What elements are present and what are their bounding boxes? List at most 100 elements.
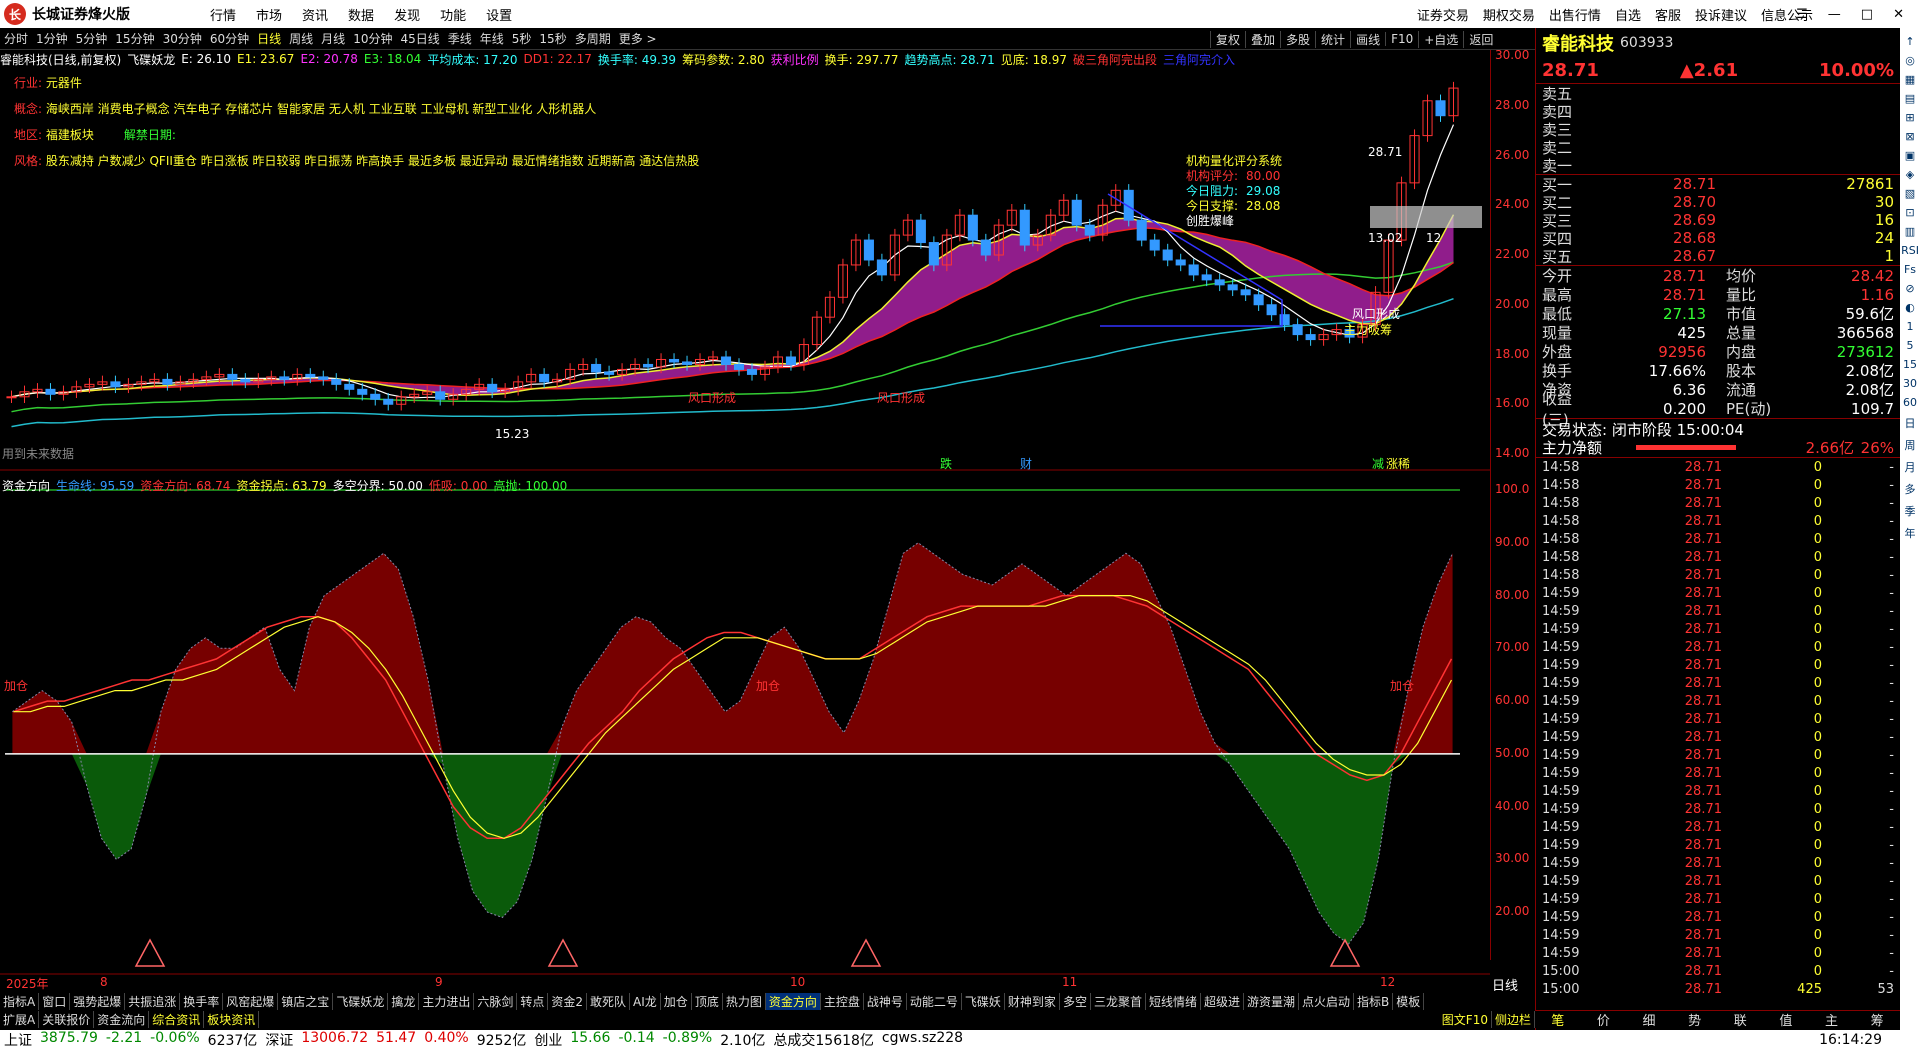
- side-tool-1[interactable]: ◎: [1905, 54, 1915, 67]
- side-tool-18[interactable]: 30: [1903, 377, 1917, 390]
- tool-5[interactable]: F10: [1385, 32, 1418, 46]
- indicator-tab-17[interactable]: 热力图: [723, 992, 766, 1010]
- indicator-tab-9[interactable]: 主力进出: [419, 992, 475, 1010]
- right-menu-1[interactable]: 期权交易: [1476, 5, 1542, 24]
- tool-4[interactable]: 画线: [1350, 30, 1385, 48]
- indicator-tab-29[interactable]: 点火启动: [1299, 992, 1355, 1010]
- indicator-name[interactable]: 飞碟妖龙: [127, 51, 175, 68]
- side-tool-5[interactable]: ⊠: [1905, 130, 1914, 143]
- side-tool-16[interactable]: 5: [1907, 339, 1914, 352]
- right-menu-4[interactable]: 客服: [1648, 5, 1688, 24]
- side-tool-15[interactable]: 1: [1907, 320, 1914, 333]
- period-8[interactable]: 月线: [317, 30, 349, 47]
- indicator-tab-6[interactable]: 镇店之宝: [278, 992, 334, 1010]
- right-menu-5[interactable]: 投诉建议: [1688, 5, 1754, 24]
- tool-0[interactable]: 复权: [1210, 30, 1245, 48]
- indicator-tab-18[interactable]: 资金方向: [765, 992, 821, 1010]
- ext-tab-1[interactable]: 关联报价: [39, 1010, 95, 1028]
- menu-2[interactable]: 资讯: [292, 5, 338, 24]
- side-tool-25[interactable]: 年: [1905, 525, 1916, 541]
- side-tool-24[interactable]: 季: [1905, 503, 1916, 519]
- indicator-tab-11[interactable]: 转点: [517, 992, 549, 1010]
- indicator-tab-3[interactable]: 共振追涨: [125, 992, 181, 1010]
- quote-tab-3[interactable]: 势: [1688, 1010, 1701, 1029]
- indicator-tab-14[interactable]: AI龙: [630, 992, 661, 1010]
- period-15[interactable]: 多周期: [571, 30, 615, 47]
- tool-1[interactable]: 叠加: [1245, 30, 1280, 48]
- indicator-tab-12[interactable]: 资金2: [548, 992, 588, 1010]
- period-13[interactable]: 5秒: [508, 30, 536, 47]
- menu-0[interactable]: 行情: [200, 5, 246, 24]
- indicator-tab-1[interactable]: 窗口: [39, 992, 71, 1010]
- side-tool-0[interactable]: ↑: [1905, 35, 1914, 48]
- ext-tab-4[interactable]: 板块资讯: [204, 1010, 260, 1028]
- right-menu-2[interactable]: 出售行情: [1542, 5, 1608, 24]
- side-tool-6[interactable]: ▣: [1905, 149, 1915, 162]
- period-14[interactable]: 15秒: [535, 30, 570, 47]
- right-menu-3[interactable]: 自选: [1608, 5, 1648, 24]
- period-1[interactable]: 1分钟: [32, 30, 72, 47]
- menu-1[interactable]: 市场: [246, 5, 292, 24]
- indicator-tab-22[interactable]: 飞碟妖: [962, 992, 1005, 1010]
- indicator-tab-25[interactable]: 三龙聚首: [1091, 992, 1146, 1010]
- menu-3[interactable]: 数据: [338, 5, 384, 24]
- indicator-tab-7[interactable]: 飞碟妖龙: [333, 992, 389, 1010]
- close-icon[interactable]: ✕: [1883, 7, 1914, 22]
- side-tool-20[interactable]: 日: [1905, 415, 1916, 431]
- sub-indicator-name[interactable]: 资金方向: [2, 477, 50, 494]
- side-tool-3[interactable]: ▤: [1905, 92, 1915, 105]
- side-tool-7[interactable]: ◈: [1906, 168, 1914, 181]
- quote-tab-5[interactable]: 值: [1779, 1010, 1792, 1029]
- menu-5[interactable]: 功能: [430, 5, 476, 24]
- period-6[interactable]: 日线: [253, 30, 285, 47]
- period-5[interactable]: 60分钟: [206, 30, 253, 47]
- tool-2[interactable]: 多股: [1280, 30, 1315, 48]
- indicator-tab-23[interactable]: 财神到家: [1005, 992, 1060, 1010]
- side-tool-12[interactable]: Fs: [1904, 263, 1916, 276]
- period-16[interactable]: 更多 >: [615, 30, 661, 47]
- quote-tab-2[interactable]: 细: [1643, 1010, 1656, 1029]
- ext-tab-3[interactable]: 综合资讯: [149, 1010, 205, 1028]
- period-7[interactable]: 周线: [285, 30, 317, 47]
- indicator-tab-31[interactable]: 模板: [1393, 992, 1425, 1010]
- period-0[interactable]: 分时: [0, 30, 32, 47]
- ext-extra-tab-0[interactable]: 图文F10: [1439, 1010, 1492, 1028]
- indicator-tab-26[interactable]: 短线情绪: [1146, 992, 1201, 1010]
- side-tool-10[interactable]: ▥: [1905, 225, 1915, 238]
- tool-7[interactable]: 返回: [1463, 30, 1498, 48]
- indicator-tab-19[interactable]: 主控盘: [821, 992, 864, 1010]
- menu-4[interactable]: 发现: [384, 5, 430, 24]
- tool-6[interactable]: +自选: [1418, 30, 1463, 48]
- indicator-tab-21[interactable]: 动能二号: [907, 992, 962, 1010]
- indicator-tab-4[interactable]: 换手率: [180, 992, 224, 1010]
- period-10[interactable]: 45日线: [396, 30, 443, 47]
- tool-3[interactable]: 统计: [1315, 30, 1350, 48]
- indicator-tab-2[interactable]: 强势起爆: [70, 992, 126, 1010]
- ext-tab-2[interactable]: 资金流向: [94, 1010, 150, 1028]
- quote-tab-7[interactable]: 筹: [1871, 1010, 1884, 1029]
- quote-tab-4[interactable]: 联: [1734, 1010, 1747, 1029]
- side-tool-23[interactable]: 多: [1905, 481, 1916, 497]
- indicator-tab-0[interactable]: 指标A: [0, 992, 40, 1010]
- ext-tab-0[interactable]: 扩展A: [0, 1010, 40, 1028]
- side-tool-4[interactable]: ⊞: [1905, 111, 1914, 124]
- side-tool-22[interactable]: 月: [1905, 459, 1916, 475]
- indicator-tab-5[interactable]: 风窑起爆: [223, 992, 279, 1010]
- period-12[interactable]: 年线: [476, 30, 508, 47]
- side-tool-19[interactable]: 60: [1903, 396, 1917, 409]
- indicator-tab-15[interactable]: 加仓: [661, 992, 692, 1010]
- side-tool-13[interactable]: ⊘: [1905, 282, 1914, 295]
- side-tool-8[interactable]: ▧: [1905, 187, 1915, 200]
- side-tool-14[interactable]: ◐: [1905, 301, 1915, 314]
- indicator-tab-28[interactable]: 游资量潮: [1244, 992, 1300, 1010]
- indicator-tab-20[interactable]: 战神号: [864, 992, 907, 1010]
- quote-tab-1[interactable]: 价: [1597, 1010, 1610, 1029]
- quote-tab-0[interactable]: 笔: [1551, 1010, 1564, 1029]
- indicator-tab-10[interactable]: 六脉剑: [474, 992, 518, 1010]
- indicator-tab-30[interactable]: 指标B: [1354, 992, 1394, 1010]
- side-tool-11[interactable]: RSI: [1901, 244, 1919, 257]
- indicator-tab-8[interactable]: 擒龙: [388, 992, 420, 1010]
- side-tool-2[interactable]: ▦: [1905, 73, 1915, 86]
- indicator-tab-27[interactable]: 超级进: [1201, 992, 1244, 1010]
- menu-6[interactable]: 设置: [476, 5, 522, 24]
